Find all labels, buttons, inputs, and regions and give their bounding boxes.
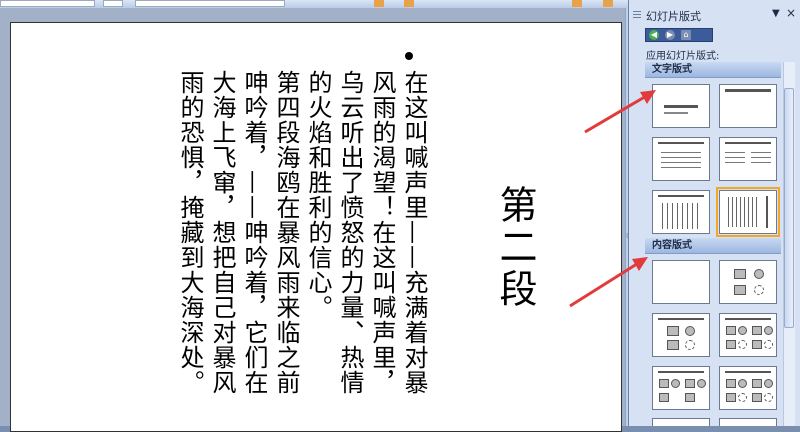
layout-thumbnail-partial[interactable] [719,418,777,426]
layout-thumbnail-partial[interactable] [652,418,710,426]
home-icon[interactable]: ⌂ [681,30,691,40]
layout-thumbnail-vertical-text[interactable] [652,190,710,234]
slide-text-column[interactable]: 第四段海鸥在暴风雨来临之前 [272,70,300,395]
slide-text-column[interactable]: 的火焰和胜利的信心。 [304,70,332,320]
toolbar-strip [0,0,628,8]
forward-icon[interactable]: ▶ [665,30,675,40]
slide-text-column[interactable]: 乌云听出了愤怒的力量、热情 [336,70,364,395]
slide-title[interactable]: 第二段 [493,185,537,311]
layout-thumbnail-title-text[interactable] [652,137,710,181]
slide-text-column[interactable]: 在这叫喊声里——充满着对暴 [400,70,428,395]
toolbar-icon[interactable] [404,0,414,7]
back-icon[interactable]: ◀ [649,30,659,40]
layout-thumbnail-four-content[interactable] [719,366,777,410]
toolbar-field[interactable] [135,0,285,7]
toolbar-field[interactable] [103,0,123,7]
layout-thumbnail-title-two-content[interactable] [652,366,710,410]
layout-thumbnail-two-column[interactable] [719,137,777,181]
layout-thumbnail-blank[interactable] [652,260,710,304]
layout-thumbnail-title[interactable] [719,84,777,128]
slide-text-column[interactable]: 大海上飞窜，想把自己对暴风 [208,70,236,395]
layout-thumbnail-content[interactable] [719,260,777,304]
toolbar-icon[interactable] [603,0,613,7]
layout-thumbnail-vertical-title-text[interactable] [716,187,780,237]
layout-thumbnail-title-only[interactable] [652,84,710,128]
slide-text-column[interactable]: 雨的恐惧，掩藏到大海深处。 [176,70,204,395]
section-header-content-layouts[interactable]: 内容版式 [645,238,781,254]
toolbar-icon[interactable] [374,0,384,7]
slide-text-column[interactable]: 呻吟着，——呻吟着，它们在 [240,70,268,395]
apply-layout-label: 应用幻灯片版式: [646,51,720,62]
task-pane-title: 幻灯片版式 [646,10,701,23]
toolbar-field[interactable] [0,0,95,7]
toolbar-icon[interactable] [572,0,582,7]
bullet-marker [405,52,413,60]
layout-thumbnail-title-content[interactable] [652,313,710,357]
close-icon[interactable]: × [786,6,796,20]
slide-text-column[interactable]: 风雨的渴望！在这叫喊声里， [368,70,396,395]
pane-nav-bar: ◀ ▶ ⌂ [645,28,713,42]
dropdown-arrow-icon[interactable]: ▼ [772,8,780,19]
drag-grip-icon[interactable] [633,11,641,19]
layout-thumbnail-two-content[interactable] [719,313,777,357]
section-header-text-layouts[interactable]: 文字版式 [645,62,781,78]
pane-scrollbar-thumb[interactable] [784,88,794,328]
